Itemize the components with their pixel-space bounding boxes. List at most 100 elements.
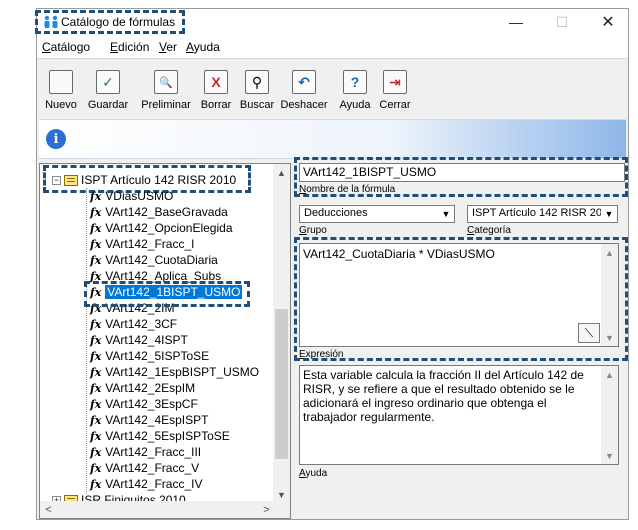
- help-button[interactable]: ? Ayuda: [337, 65, 373, 115]
- binoculars-icon: ⚲: [245, 70, 269, 94]
- help-scrollbar[interactable]: ▲ ▼: [601, 366, 618, 464]
- tree-item[interactable]: fx VArt142_Fracc_V: [90, 460, 199, 476]
- menu-ayuda[interactable]: Ayuda: [186, 40, 220, 54]
- menu-ver[interactable]: Ver: [159, 40, 177, 54]
- tree-item[interactable]: fx VArt142_Fracc_I: [90, 236, 194, 252]
- tree-item-label: VArt142_Fracc_I: [105, 237, 195, 251]
- scroll-up-arrow-icon[interactable]: ▲: [601, 366, 618, 383]
- tree-item[interactable]: fx VArt142_OpcionElegida: [90, 220, 233, 236]
- tree-item-label: VArt142_Fracc_III: [105, 445, 202, 459]
- title-bar: Catálogo de fórmulas — ☐ ✕: [35, 9, 631, 35]
- tree-item-label: VArt142_3EspCF: [105, 397, 198, 411]
- tree-item[interactable]: fx VArt142_3CF: [90, 316, 177, 332]
- function-icon: fx: [90, 413, 102, 427]
- function-icon: fx: [90, 381, 102, 395]
- minimize-button[interactable]: —: [493, 9, 539, 35]
- tree-item-label: VArt142_OpcionElegida: [105, 221, 233, 235]
- function-icon: fx: [90, 221, 102, 235]
- close-window-button[interactable]: ✕: [585, 9, 631, 35]
- category-label: Categoría: [467, 225, 511, 236]
- toolbar: Nuevo ✓ Guardar 🔍 Preliminar X Borrar ⚲ …: [43, 65, 623, 115]
- preview-icon: 🔍: [154, 70, 178, 94]
- tree-item[interactable]: fx VArt142_3EspCF: [90, 396, 198, 412]
- tree-item-label: VArt142_5ISPToSE: [105, 349, 210, 363]
- tree-item-label: VArt142_BaseGravada: [105, 205, 228, 219]
- function-icon: fx: [90, 189, 102, 203]
- tree-item-label: VArt142_5EspISPToSE: [105, 429, 230, 443]
- function-icon: fx: [90, 445, 102, 459]
- tree-horizontal-scrollbar[interactable]: < >: [40, 501, 275, 518]
- scroll-corner: [273, 501, 290, 518]
- maximize-button[interactable]: ☐: [539, 9, 585, 35]
- search-button[interactable]: ⚲ Buscar: [238, 65, 276, 115]
- checkmark-icon: ✓: [96, 70, 120, 94]
- delete-button[interactable]: X Borrar: [198, 65, 234, 115]
- tree-item[interactable]: fx VArt142_2EspIM: [90, 380, 195, 396]
- function-icon: fx: [90, 365, 102, 379]
- group-select[interactable]: Deducciones ▼: [299, 205, 455, 223]
- function-icon: fx: [90, 349, 102, 363]
- tree-item[interactable]: fx VArt142_CuotaDiaria: [90, 252, 218, 268]
- menu-bar: Catálogo Edición Ver Ayuda: [37, 35, 628, 59]
- help-label: Ayuda: [299, 468, 328, 479]
- tree-item-label: VDiasUSMO: [105, 189, 174, 203]
- tree-item-label: VArt142_Fracc_V: [105, 461, 200, 475]
- function-icon: fx: [90, 237, 102, 251]
- info-icon[interactable]: i: [46, 129, 66, 149]
- function-icon: fx: [90, 317, 102, 331]
- tree-item-label: VArt142_CuotaDiaria: [105, 253, 218, 267]
- tree-item-label: VArt142_4ISPT: [105, 333, 188, 347]
- formula-tree[interactable]: − ISPT Artículo 142 RISR 2010 fx VDiasUSM…: [39, 163, 291, 519]
- title-highlight-box: [35, 10, 185, 34]
- menu-edicion[interactable]: Edición: [110, 40, 149, 54]
- tree-guide-line: [86, 188, 87, 494]
- group-label: Grupo: [299, 225, 327, 236]
- name-highlight-box: [294, 157, 628, 197]
- tree-item[interactable]: fx VDiasUSMO: [90, 188, 173, 204]
- scroll-up-arrow-icon[interactable]: ▲: [273, 164, 290, 181]
- scroll-thumb[interactable]: [275, 309, 288, 459]
- selected-highlight-box: [84, 281, 250, 307]
- function-icon: fx: [90, 477, 102, 491]
- exit-door-icon: ⇥: [383, 70, 407, 94]
- function-icon: fx: [90, 461, 102, 475]
- tree-item[interactable]: fx VArt142_4EspISPT: [90, 412, 208, 428]
- scroll-down-arrow-icon[interactable]: ▼: [601, 447, 618, 464]
- save-button[interactable]: ✓ Guardar: [85, 65, 131, 115]
- tree-item[interactable]: fx VArt142_5EspISPToSE: [90, 428, 230, 444]
- info-bar: i: [39, 119, 626, 159]
- expression-highlight-box: [294, 237, 628, 361]
- category-select[interactable]: ISPT Artículo 142 RISR 2010 ▼: [467, 205, 618, 223]
- delete-x-icon: X: [204, 70, 228, 94]
- help-icon: ?: [343, 70, 367, 94]
- tree-item-label: VArt142_1EspBISPT_USMO: [105, 365, 260, 379]
- help-textarea[interactable]: Esta variable calcula la fracción II del…: [299, 365, 619, 465]
- tree-item-label: VArt142_4EspISPT: [105, 413, 209, 427]
- tree-item[interactable]: fx VArt142_4ISPT: [90, 332, 188, 348]
- tree-vertical-scrollbar[interactable]: ▲ ▼: [273, 164, 290, 503]
- undo-icon: ↶: [292, 70, 316, 94]
- tree-item[interactable]: fx VArt142_Fracc_IV: [90, 476, 202, 492]
- menu-catalogo[interactable]: Catálogo: [42, 40, 90, 54]
- function-icon: fx: [90, 333, 102, 347]
- undo-button[interactable]: ↶ Deshacer: [279, 65, 329, 115]
- chevron-down-icon[interactable]: ▼: [438, 206, 454, 222]
- function-icon: fx: [90, 397, 102, 411]
- tree-item-label: VArt142_2EspIM: [105, 381, 196, 395]
- tree-item[interactable]: fx VArt142_BaseGravada: [90, 204, 228, 220]
- formula-catalog-window: Catálogo de fórmulas — ☐ ✕ Catálogo Edic…: [35, 8, 631, 520]
- tree-item[interactable]: fx VArt142_Fracc_III: [90, 444, 201, 460]
- new-button[interactable]: Nuevo: [43, 65, 79, 115]
- scroll-left-arrow-icon[interactable]: <: [40, 501, 57, 518]
- new-document-icon: [49, 70, 73, 94]
- preview-button[interactable]: 🔍 Preliminar: [137, 65, 195, 115]
- tree-item[interactable]: fx VArt142_1EspBISPT_USMO: [90, 364, 259, 380]
- function-icon: fx: [90, 429, 102, 443]
- tree-item-label: VArt142_3CF: [105, 317, 178, 331]
- function-icon: fx: [90, 205, 102, 219]
- function-icon: fx: [90, 253, 102, 267]
- tree-item-label: VArt142_Fracc_IV: [105, 477, 203, 491]
- close-button[interactable]: ⇥ Cerrar: [377, 65, 413, 115]
- chevron-down-icon[interactable]: ▼: [601, 206, 617, 222]
- tree-item[interactable]: fx VArt142_5ISPToSE: [90, 348, 209, 364]
